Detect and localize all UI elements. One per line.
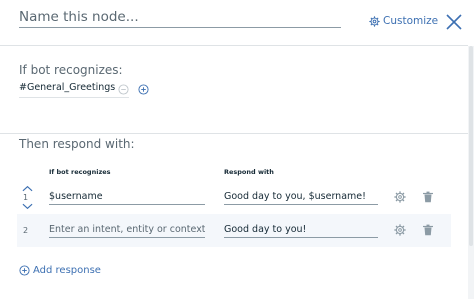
scrollbar-thumb[interactable]: [469, 46, 473, 246]
row-response-input[interactable]: [224, 189, 378, 205]
node-editor-panel: Customize If bot recognizes: #General_Gr…: [0, 0, 474, 299]
col-header-condition: If bot recognizes: [49, 168, 111, 176]
responses-section: Then respond with: If bot recognizes Res…: [0, 135, 468, 299]
close-icon[interactable]: [444, 12, 464, 32]
gear-icon[interactable]: [394, 191, 406, 203]
add-response-button[interactable]: Add response: [19, 265, 101, 276]
node-header: Customize: [0, 0, 468, 46]
node-name-input[interactable]: [19, 8, 341, 28]
gear-icon[interactable]: [394, 224, 406, 236]
customize-button[interactable]: Customize: [369, 12, 438, 30]
response-row-2: 2: [17, 214, 451, 247]
conditions-section: If bot recognizes: #General_Greetings: [0, 47, 468, 134]
row-number: 1: [23, 193, 29, 202]
row-condition-input[interactable]: [49, 222, 205, 238]
row-response-input[interactable]: [224, 222, 378, 238]
trash-icon[interactable]: [422, 191, 434, 203]
condition-value: #General_Greetings: [19, 82, 116, 93]
response-row-1: 1: [17, 181, 451, 214]
plus-circle-icon: [19, 265, 30, 276]
add-response-label: Add response: [33, 265, 101, 276]
col-header-response: Respond with: [224, 168, 274, 176]
chevron-down-icon[interactable]: [22, 203, 33, 210]
minus-circle-icon[interactable]: [118, 84, 129, 95]
trash-icon[interactable]: [422, 224, 434, 236]
row-condition-input[interactable]: [49, 189, 205, 205]
chevron-up-icon[interactable]: [22, 185, 33, 192]
customize-label: Customize: [383, 15, 439, 27]
gear-icon: [369, 15, 380, 27]
responses-title: Then respond with:: [19, 137, 135, 151]
scrollbar[interactable]: [468, 46, 474, 299]
row-number: 2: [23, 226, 29, 235]
plus-circle-icon[interactable]: [138, 84, 149, 95]
condition-field[interactable]: #General_Greetings: [19, 82, 129, 98]
conditions-title: If bot recognizes:: [19, 63, 123, 77]
